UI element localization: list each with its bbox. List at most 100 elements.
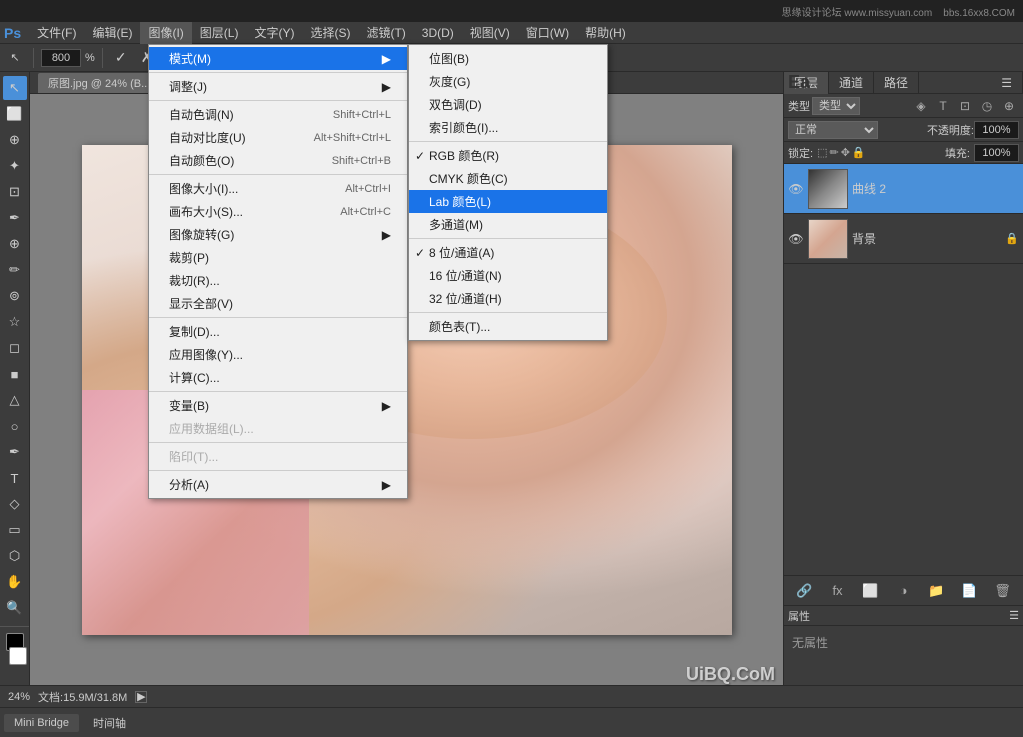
tab-paths[interactable]: 路径 bbox=[874, 72, 919, 94]
menu-item-variables[interactable]: 变量(B) ▶ bbox=[149, 394, 407, 417]
submenu-8bit[interactable]: ✓ 8 位/通道(A) bbox=[409, 241, 607, 264]
zoom-input[interactable] bbox=[41, 49, 81, 67]
layer-group-btn[interactable]: 📁 bbox=[926, 580, 948, 602]
filter-icon1[interactable]: ◈ bbox=[911, 96, 931, 116]
menu-3d[interactable]: 3D(D) bbox=[414, 22, 462, 44]
filter-icon4[interactable]: ◷ bbox=[977, 96, 997, 116]
image-menu-dropdown[interactable]: 模式(M) ▶ 调整(J) ▶ 自动色调(N) Shift+Ctrl+L 自动对… bbox=[148, 44, 408, 499]
status-arrow-btn[interactable]: ▶ bbox=[135, 691, 147, 703]
tool-arrow[interactable]: ↖ bbox=[4, 47, 26, 69]
submenu-duotone[interactable]: 双色调(D) bbox=[409, 93, 607, 116]
tool-3d[interactable]: ⬡ bbox=[3, 544, 27, 568]
menu-help[interactable]: 帮助(H) bbox=[577, 22, 634, 44]
menu-item-image-size[interactable]: 图像大小(I)... Alt+Ctrl+I bbox=[149, 177, 407, 200]
layer-visibility-curves2[interactable]: 👁 bbox=[788, 181, 804, 197]
tool-clone[interactable]: ⊚ bbox=[3, 284, 27, 308]
tool-path[interactable]: ◇ bbox=[3, 492, 27, 516]
filter-icon5[interactable]: ⊕ bbox=[999, 96, 1019, 116]
filter-icon3[interactable]: ⊡ bbox=[955, 96, 975, 116]
layer-link-btn[interactable]: 🔗 bbox=[794, 580, 816, 602]
menu-item-trim[interactable]: 裁切(R)... bbox=[149, 269, 407, 292]
menu-view[interactable]: 视图(V) bbox=[462, 22, 518, 44]
panel-menu-btn[interactable]: ☰ bbox=[991, 72, 1023, 94]
submenu-lab[interactable]: Lab 颜色(L) bbox=[409, 190, 607, 213]
menu-item-analysis[interactable]: 分析(A) ▶ bbox=[149, 473, 407, 496]
menu-item-mode[interactable]: 模式(M) ▶ bbox=[149, 47, 407, 70]
tool-select-rect[interactable]: ⬜ bbox=[3, 102, 27, 126]
menu-item-duplicate[interactable]: 复制(D)... bbox=[149, 320, 407, 343]
tool-hand[interactable]: ✋ bbox=[3, 570, 27, 594]
menu-image[interactable]: 图像(I) bbox=[140, 22, 191, 44]
tool-zoom[interactable]: 🔍 bbox=[3, 596, 27, 620]
layer-delete-btn[interactable]: 🗑 bbox=[992, 580, 1014, 602]
submenu-colortable[interactable]: 颜色表(T)... bbox=[409, 315, 607, 338]
menu-item-auto-contrast[interactable]: 自动对比度(U) Alt+Shift+Ctrl+L bbox=[149, 126, 407, 149]
tool-blur[interactable]: △ bbox=[3, 388, 27, 412]
submenu-cmyk[interactable]: CMYK 颜色(C) bbox=[409, 167, 607, 190]
submenu-multichannel[interactable]: 多通道(M) bbox=[409, 213, 607, 236]
mode-submenu[interactable]: 位图(B) 灰度(G) 双色调(D) 索引颜色(I)... ✓ RGB 颜色(R… bbox=[408, 44, 608, 341]
layer-new-btn[interactable]: 📄 bbox=[959, 580, 981, 602]
layer-item-background[interactable]: 👁 背景 🔒 bbox=[784, 214, 1023, 264]
tool-lasso[interactable]: ⊕ bbox=[3, 128, 27, 152]
tool-shape[interactable]: ▭ bbox=[3, 518, 27, 542]
submenu-16bit[interactable]: 16 位/通道(N) bbox=[409, 264, 607, 287]
menu-item-apply-image[interactable]: 应用图像(Y)... bbox=[149, 343, 407, 366]
layer-visibility-bg[interactable]: 👁 bbox=[788, 231, 804, 247]
menu-item-crop[interactable]: 裁剪(P) bbox=[149, 246, 407, 269]
tool-crop[interactable]: ⊡ bbox=[3, 180, 27, 204]
menu-item-image-rotate[interactable]: 图像旋转(G) ▶ bbox=[149, 223, 407, 246]
8bit-check-icon: ✓ bbox=[415, 246, 425, 260]
lock-all-icon[interactable]: 🔒 bbox=[852, 146, 866, 159]
check-icon[interactable]: ✓ bbox=[110, 47, 132, 69]
tool-gradient[interactable]: ■ bbox=[3, 362, 27, 386]
tool-history[interactable]: ☆ bbox=[3, 310, 27, 334]
menu-item-auto-tone[interactable]: 自动色调(N) Shift+Ctrl+L bbox=[149, 103, 407, 126]
lock-transparent-icon[interactable]: ⬚ bbox=[817, 146, 827, 159]
submenu-grayscale[interactable]: 灰度(G) bbox=[409, 70, 607, 93]
menu-item-auto-color[interactable]: 自动颜色(O) Shift+Ctrl+B bbox=[149, 149, 407, 172]
menu-filter[interactable]: 滤镜(T) bbox=[358, 22, 413, 44]
menu-edit[interactable]: 编辑(E) bbox=[84, 22, 140, 44]
filter-type-select[interactable]: 类型 bbox=[812, 97, 860, 115]
tab-channels[interactable]: 通道 bbox=[829, 72, 874, 94]
filter-icon2[interactable]: T bbox=[933, 96, 953, 116]
menu-item-canvas-size[interactable]: 画布大小(S)... Alt+Ctrl+C bbox=[149, 200, 407, 223]
submenu-rgb[interactable]: ✓ RGB 颜色(R) bbox=[409, 144, 607, 167]
menu-item-calculations[interactable]: 计算(C)... bbox=[149, 366, 407, 389]
menu-select[interactable]: 选择(S) bbox=[302, 22, 358, 44]
tool-eraser[interactable]: ◻ bbox=[3, 336, 27, 360]
submenu-bitmap[interactable]: 位图(B) bbox=[409, 47, 607, 70]
bitmap-label: 位图(B) bbox=[429, 50, 469, 67]
submenu-32bit[interactable]: 32 位/通道(H) bbox=[409, 287, 607, 310]
tool-dodge[interactable]: ○ bbox=[3, 414, 27, 438]
menu-window[interactable]: 窗口(W) bbox=[518, 22, 577, 44]
menu-file[interactable]: 文件(F) bbox=[29, 22, 84, 44]
background-color[interactable] bbox=[9, 647, 27, 665]
tool-eyedropper[interactable]: ✒ bbox=[3, 206, 27, 230]
layer-fx-btn[interactable]: fx bbox=[827, 580, 849, 602]
submenu-indexed[interactable]: 索引颜色(I)... bbox=[409, 116, 607, 139]
tool-move[interactable]: ↖ bbox=[3, 76, 27, 100]
lock-move-icon[interactable]: ✥ bbox=[841, 146, 850, 159]
tool-brush[interactable]: ✏ bbox=[3, 258, 27, 282]
layer-mask-btn[interactable]: ⬜ bbox=[860, 580, 882, 602]
lock-brush-icon[interactable]: ✏ bbox=[829, 146, 838, 159]
menu-item-adjust[interactable]: 调整(J) ▶ bbox=[149, 75, 407, 98]
canvas-tab-label[interactable]: 原图.jpg @ 24% (B... bbox=[38, 73, 160, 93]
menu-layer[interactable]: 图层(L) bbox=[192, 22, 247, 44]
fill-input[interactable] bbox=[974, 144, 1019, 162]
layer-item-curves2[interactable]: 👁 曲线 2 bbox=[784, 164, 1023, 214]
menu-item-reveal-all[interactable]: 显示全部(V) bbox=[149, 292, 407, 315]
tool-pen[interactable]: ✒ bbox=[3, 440, 27, 464]
tool-heal[interactable]: ⊕ bbox=[3, 232, 27, 256]
bottom-tab-timeline[interactable]: 时间轴 bbox=[83, 712, 136, 734]
tool-text[interactable]: T bbox=[3, 466, 27, 490]
layer-adjustment-btn[interactable]: ◑ bbox=[893, 580, 915, 602]
properties-menu-btn[interactable]: ☰ bbox=[1009, 609, 1019, 622]
tool-magic-wand[interactable]: ✦ bbox=[3, 154, 27, 178]
bottom-tab-minibridge[interactable]: Mini Bridge bbox=[4, 714, 79, 732]
menu-text[interactable]: 文字(Y) bbox=[246, 22, 302, 44]
blend-mode-select[interactable]: 正常 bbox=[788, 121, 878, 139]
opacity-input[interactable] bbox=[974, 121, 1019, 139]
